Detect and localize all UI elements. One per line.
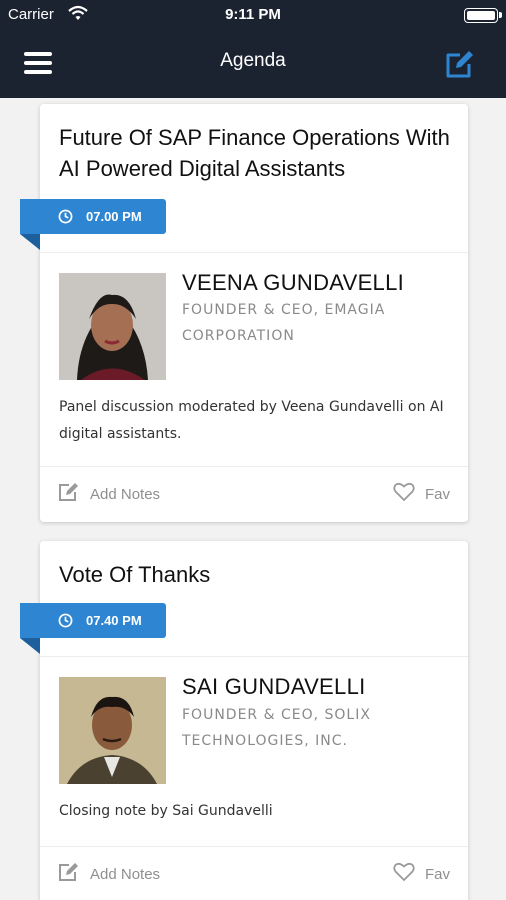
- session-time: 07.00 PM: [86, 209, 142, 224]
- add-notes-label: Add Notes: [90, 865, 161, 883]
- heart-icon: [393, 482, 415, 506]
- speaker-name: VEENA GUNDAVELLI: [182, 270, 405, 295]
- fav-button[interactable]: Fav: [393, 482, 450, 506]
- clock-icon: [58, 209, 73, 227]
- session-title: Future Of SAP Finance Operations With AI…: [59, 125, 450, 181]
- fav-button[interactable]: Fav: [393, 862, 450, 886]
- add-notes-label: Add Notes: [90, 485, 161, 503]
- fav-label: Fav: [424, 865, 450, 883]
- speaker-name: SAI GUNDAVELLI: [182, 674, 366, 699]
- card-actions: Add Notes Fav: [40, 466, 468, 522]
- fav-label: Fav: [424, 485, 450, 503]
- status-bar: Carrier 9:11 PM: [0, 0, 506, 30]
- heart-icon: [393, 862, 415, 886]
- session-description: Closing note by Sai Gundavelli: [59, 803, 273, 819]
- status-time: 9:11 PM: [225, 6, 281, 23]
- speaker-photo: [59, 677, 166, 784]
- speaker-role: FOUNDER & CEO, EMAGIA CORPORATION: [182, 302, 386, 344]
- add-notes-button[interactable]: Add Notes: [58, 862, 160, 886]
- nav-bar: Agenda: [0, 30, 506, 98]
- edit-note-icon: [58, 862, 80, 886]
- time-tag: 07.40 PM: [20, 603, 166, 654]
- session-card[interactable]: Vote Of Thanks 07.40 PM SAI GUNDAVELLI F…: [20, 541, 468, 900]
- divider: [40, 656, 468, 657]
- session-description: Panel discussion moderated by Veena Gund…: [59, 399, 444, 442]
- divider: [40, 252, 468, 253]
- page-title: Agenda: [220, 50, 286, 71]
- edit-note-icon: [58, 482, 80, 506]
- battery-icon: [464, 8, 502, 23]
- edit-square-icon[interactable]: [442, 48, 476, 82]
- session-time: 07.40 PM: [86, 613, 142, 628]
- speaker-role: FOUNDER & CEO, SOLIX TECHNOLOGIES, INC.: [182, 707, 371, 749]
- session-title: Vote Of Thanks: [59, 562, 211, 587]
- clock-icon: [58, 613, 73, 631]
- session-card[interactable]: Future Of SAP Finance Operations With AI…: [20, 104, 468, 522]
- time-tag: 07.00 PM: [20, 199, 166, 250]
- speaker-photo: [59, 273, 166, 380]
- add-notes-button[interactable]: Add Notes: [58, 482, 160, 506]
- card-actions: Add Notes Fav: [40, 846, 468, 900]
